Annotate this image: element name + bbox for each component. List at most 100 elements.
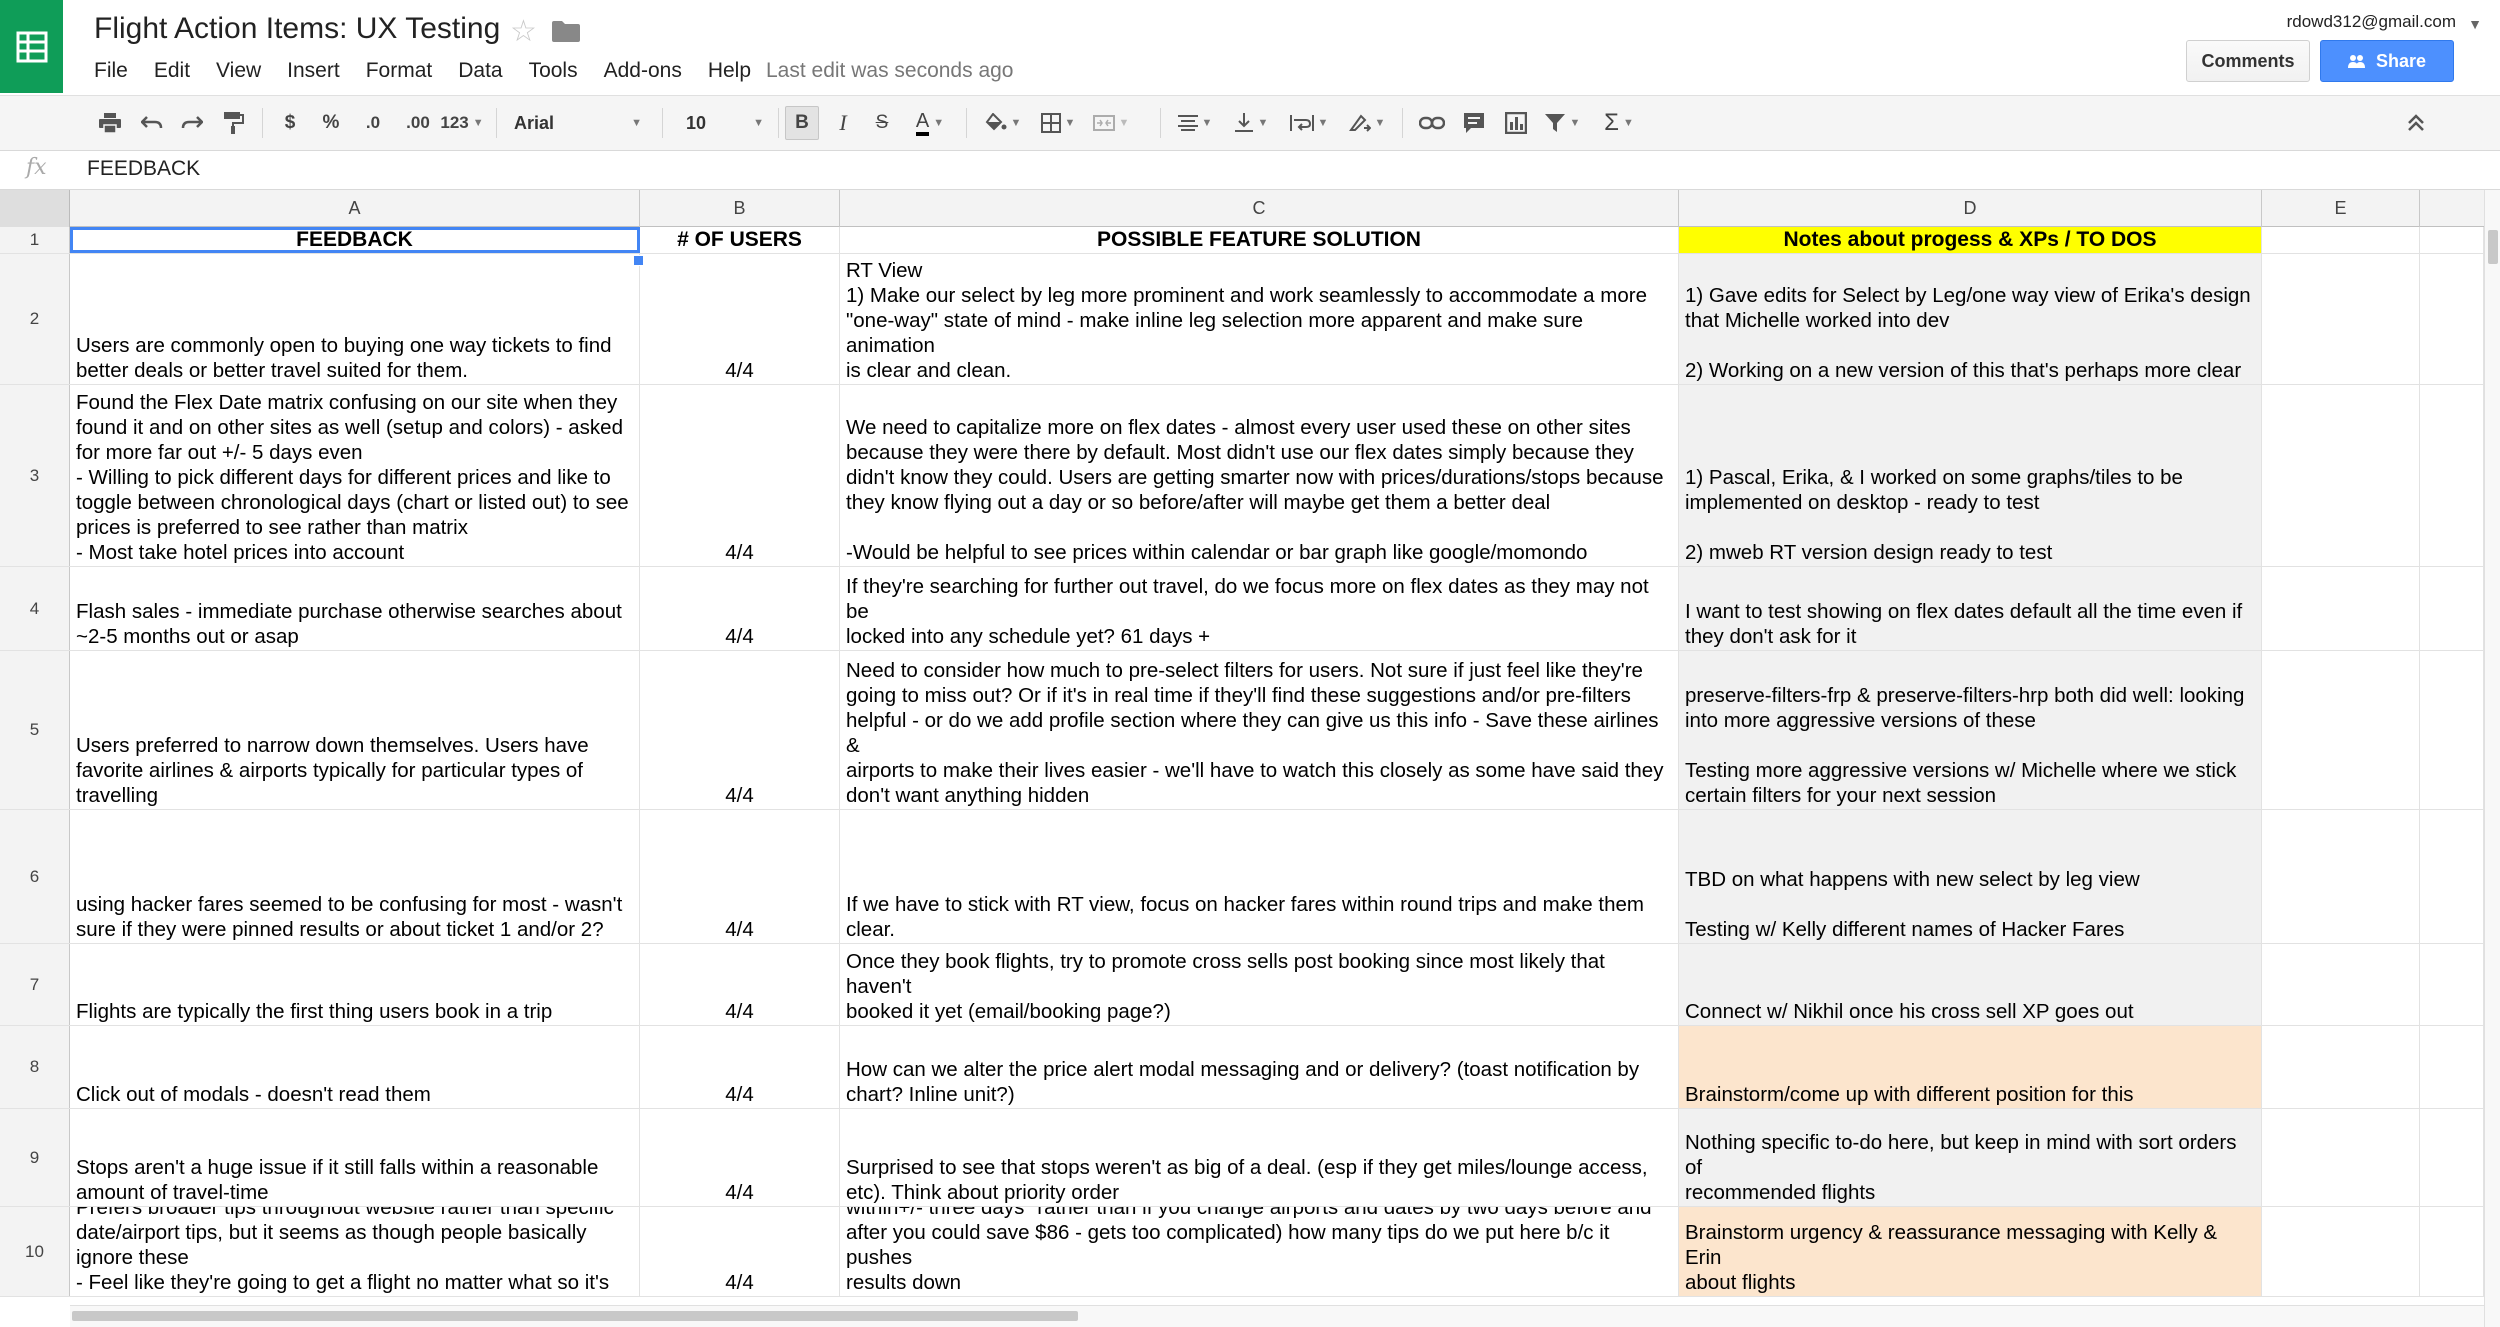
cell-e5[interactable] <box>2262 651 2420 809</box>
column-header-b[interactable]: B <box>640 190 840 227</box>
cell-d10[interactable]: Brainstorm urgency & reassurance messagi… <box>1679 1207 2262 1296</box>
cell-b3[interactable]: 4/4 <box>640 385 840 566</box>
column-header-c[interactable]: C <box>840 190 1679 227</box>
increase-decimal-button[interactable]: .00 <box>398 106 438 140</box>
cell-b7[interactable]: 4/4 <box>640 944 840 1025</box>
strikethrough-button[interactable]: S <box>866 106 898 140</box>
cell-d5[interactable]: preserve-filters-frp & preserve-filters-… <box>1679 651 2262 809</box>
account-caret-icon[interactable]: ▼ <box>2468 16 2482 32</box>
cell-b8[interactable]: 4/4 <box>640 1026 840 1108</box>
menu-addons[interactable]: Add-ons <box>591 58 695 84</box>
cell-a8[interactable]: Click out of modals - doesn't read them <box>70 1026 640 1108</box>
horizontal-scrollbar[interactable] <box>70 1305 2484 1327</box>
cell-f9[interactable] <box>2420 1109 2484 1206</box>
last-edit-status[interactable]: Last edit was seconds ago <box>766 58 1014 84</box>
row-header[interactable]: 4 <box>0 567 70 650</box>
cell-c1[interactable]: POSSIBLE FEATURE SOLUTION <box>840 227 1679 253</box>
functions-button[interactable]: Σ ▼ <box>1596 106 1642 140</box>
folder-icon[interactable] <box>552 20 580 47</box>
menu-insert[interactable]: Insert <box>274 58 353 84</box>
cell-f10[interactable] <box>2420 1207 2484 1296</box>
cell-c7[interactable]: Once they book flights, try to promote c… <box>840 944 1679 1025</box>
cell-d2[interactable]: 1) Gave edits for Select by Leg/one way … <box>1679 254 2262 384</box>
italic-button[interactable]: I <box>827 106 859 140</box>
more-formats-button[interactable]: 123 ▼ <box>436 106 488 140</box>
cell-c10[interactable]: Urgency messaging like "Price is likely … <box>840 1207 1679 1296</box>
cell-f3[interactable] <box>2420 385 2484 566</box>
cell-b5[interactable]: 4/4 <box>640 651 840 809</box>
cell-c6[interactable]: If we have to stick with RT view, focus … <box>840 810 1679 943</box>
column-header-d[interactable]: D <box>1679 190 2262 227</box>
cell-e7[interactable] <box>2262 944 2420 1025</box>
cell-f4[interactable] <box>2420 567 2484 650</box>
row-header[interactable]: 6 <box>0 810 70 943</box>
text-color-button[interactable]: A ▼ <box>904 106 956 140</box>
cell-f1[interactable] <box>2420 227 2484 253</box>
print-icon[interactable] <box>93 106 127 140</box>
cell-a5[interactable]: Users preferred to narrow down themselve… <box>70 651 640 809</box>
currency-format-button[interactable]: $ <box>275 106 305 140</box>
cell-a3[interactable]: Found the Flex Date matrix confusing on … <box>70 385 640 566</box>
bold-button[interactable]: B <box>785 106 819 140</box>
merge-cells-icon[interactable]: ▼ <box>1088 106 1134 140</box>
percent-format-button[interactable]: % <box>316 106 346 140</box>
cell-e8[interactable] <box>2262 1026 2420 1108</box>
font-family-select[interactable]: Arial ▼ <box>500 106 650 140</box>
cell-a9[interactable]: Stops aren't a huge issue if it still fa… <box>70 1109 640 1206</box>
document-title[interactable]: Flight Action Items: UX Testing <box>94 12 500 46</box>
vertical-align-icon[interactable]: ▼ <box>1228 106 1274 140</box>
cell-c5[interactable]: Need to consider how much to pre-select … <box>840 651 1679 809</box>
fill-handle[interactable] <box>633 255 644 266</box>
menu-help[interactable]: Help <box>695 58 764 84</box>
cell-e10[interactable] <box>2262 1207 2420 1296</box>
cell-a6[interactable]: using hacker fares seemed to be confusin… <box>70 810 640 943</box>
cell-e2[interactable] <box>2262 254 2420 384</box>
row-header[interactable]: 8 <box>0 1026 70 1108</box>
cell-e6[interactable] <box>2262 810 2420 943</box>
column-header-f[interactable] <box>2420 190 2484 227</box>
cell-d8[interactable]: Brainstorm/come up with different positi… <box>1679 1026 2262 1108</box>
cell-e9[interactable] <box>2262 1109 2420 1206</box>
horizontal-scroll-thumb[interactable] <box>72 1311 1078 1321</box>
cell-f5[interactable] <box>2420 651 2484 809</box>
cell-e1[interactable] <box>2262 227 2420 253</box>
cell-a7[interactable]: Flights are typically the first thing us… <box>70 944 640 1025</box>
menu-tools[interactable]: Tools <box>516 58 591 84</box>
row-header[interactable]: 5 <box>0 651 70 809</box>
star-icon[interactable]: ☆ <box>510 14 537 49</box>
undo-icon[interactable] <box>135 106 169 140</box>
column-header-e[interactable]: E <box>2262 190 2420 227</box>
cell-e3[interactable] <box>2262 385 2420 566</box>
cell-a10[interactable]: Prefers broader tips throughout website … <box>70 1207 640 1296</box>
account-email[interactable]: rdowd312@gmail.com <box>2287 12 2456 32</box>
collapse-toolbar-icon[interactable] <box>2400 106 2432 140</box>
cell-d3[interactable]: 1) Pascal, Erika, & I worked on some gra… <box>1679 385 2262 566</box>
cell-d9[interactable]: Nothing specific to-do here, but keep in… <box>1679 1109 2262 1206</box>
cell-f2[interactable] <box>2420 254 2484 384</box>
menu-format[interactable]: Format <box>353 58 446 84</box>
cell-c4[interactable]: If they're searching for further out tra… <box>840 567 1679 650</box>
cell-d7[interactable]: Connect w/ Nikhil once his cross sell XP… <box>1679 944 2262 1025</box>
cell-a2[interactable]: Users are commonly open to buying one wa… <box>70 254 640 384</box>
filter-icon[interactable]: ▼ <box>1540 106 1584 140</box>
row-header[interactable]: 7 <box>0 944 70 1025</box>
cell-c8[interactable]: How can we alter the price alert modal m… <box>840 1026 1679 1108</box>
cell-c9[interactable]: Surprised to see that stops weren't as b… <box>840 1109 1679 1206</box>
formula-input[interactable]: FEEDBACK <box>87 157 200 181</box>
cell-d6[interactable]: TBD on what happens with new select by l… <box>1679 810 2262 943</box>
cell-b4[interactable]: 4/4 <box>640 567 840 650</box>
column-header-a[interactable]: A <box>70 190 640 227</box>
cell-c2[interactable]: I think they've grown accustomed to OW v… <box>840 254 1679 384</box>
fill-color-icon[interactable]: ▼ <box>980 106 1026 140</box>
cell-b9[interactable]: 4/4 <box>640 1109 840 1206</box>
row-header[interactable]: 10 <box>0 1207 70 1296</box>
cell-a1[interactable]: FEEDBACK <box>70 227 640 253</box>
cell-c3[interactable]: We need to capitalize more on flex dates… <box>840 385 1679 566</box>
cell-b2[interactable]: 4/4 <box>640 254 840 384</box>
share-button[interactable]: Share <box>2320 40 2454 82</box>
sheets-logo-icon[interactable] <box>0 0 63 93</box>
cell-e4[interactable] <box>2262 567 2420 650</box>
insert-chart-icon[interactable] <box>1498 106 1534 140</box>
cell-b1[interactable]: # OF USERS <box>640 227 840 253</box>
insert-link-icon[interactable] <box>1414 106 1450 140</box>
